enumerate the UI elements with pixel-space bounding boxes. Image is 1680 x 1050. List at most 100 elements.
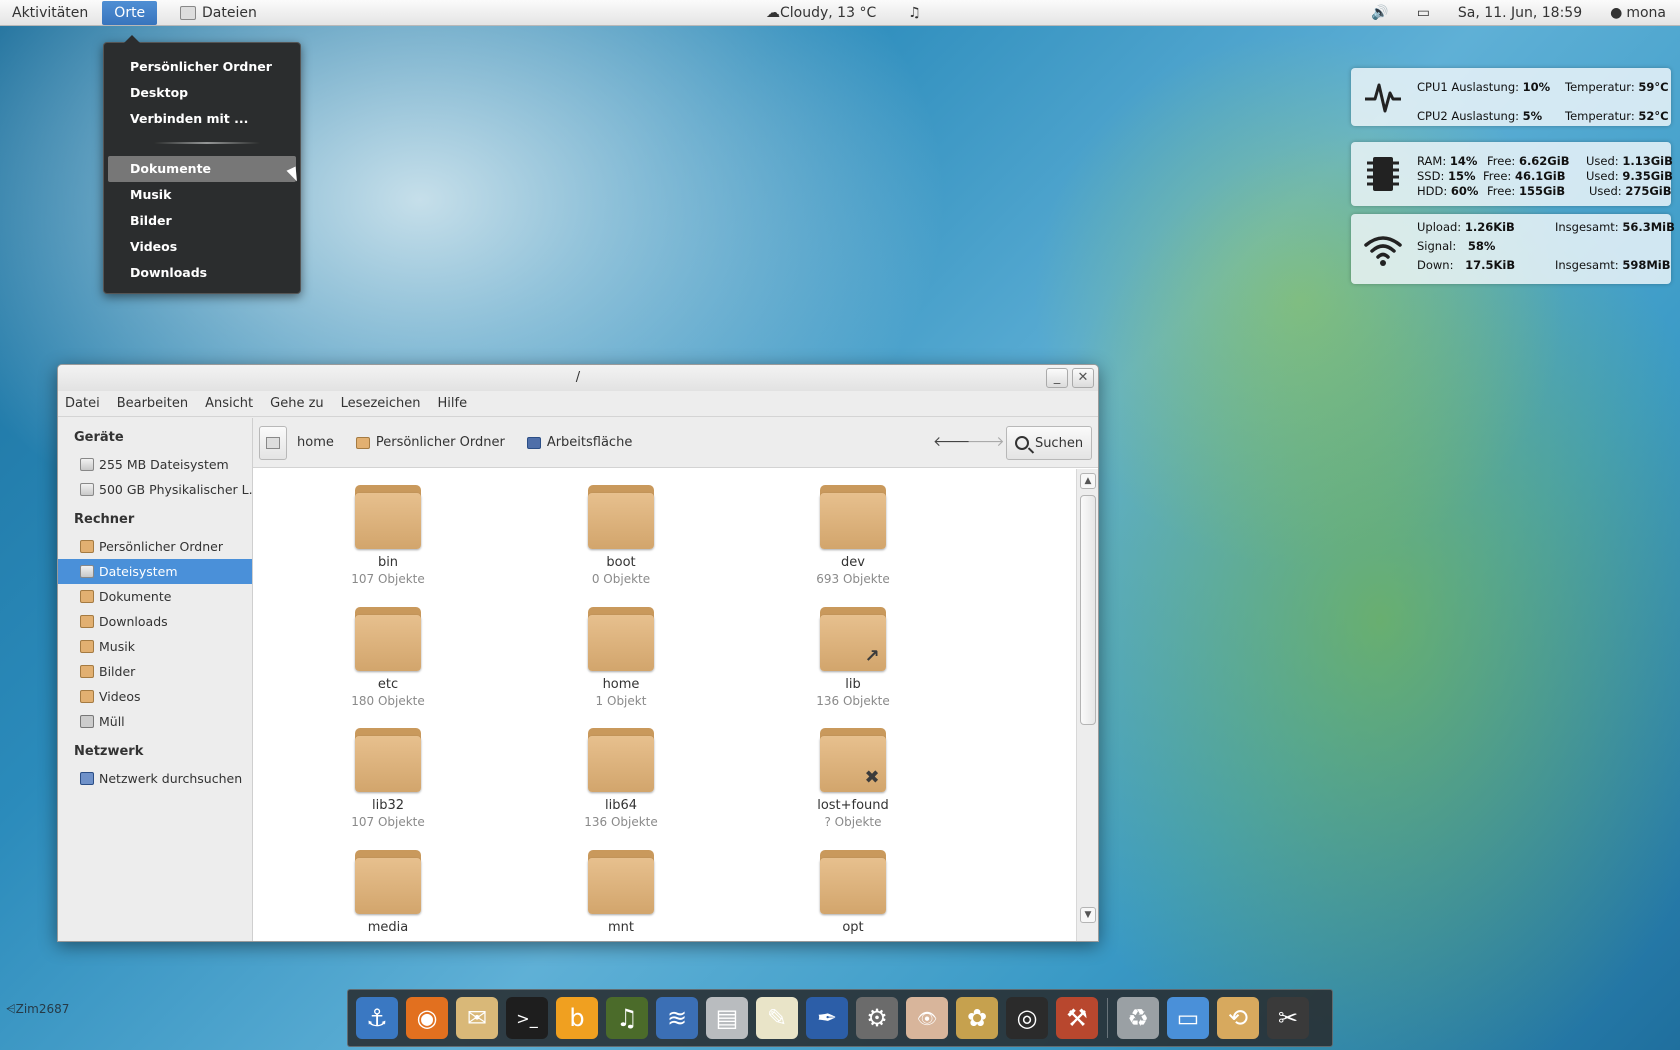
folder-item-count: 136 Objekte [816,694,890,708]
firefox-icon[interactable]: ◉ [406,997,448,1039]
folder-tile[interactable]: lib64 136 Objekte [561,728,681,829]
weather-indicator[interactable]: ☁Cloudy, 13 °C [766,5,876,21]
sidebar-item-pictures[interactable]: Bilder [58,659,252,684]
desktop-icon [526,436,541,449]
chat-bubble-icon: ● [1610,5,1623,21]
crumb-home[interactable]: home [297,435,334,450]
scroll-down-icon[interactable]: ▼ [1080,907,1096,923]
menu-item-desktop[interactable]: Desktop [104,80,300,106]
folder-tile[interactable]: home 1 Objekt [561,607,681,708]
folder-item-count: 0 Objekte [591,572,651,586]
paint-icon[interactable]: ✿ [956,997,998,1039]
folder-name: boot [606,555,636,570]
network-widget: Upload: 1.26KiB Insgesamt: 56.3MiB Signa… [1351,214,1675,284]
folder-tile[interactable]: lib32 107 Objekte [328,728,448,829]
sidebar-item-downloads[interactable]: Downloads [58,609,252,634]
folder-tile[interactable]: mnt [561,850,681,937]
trash-icon[interactable]: ♻ [1117,997,1159,1039]
folder-tile[interactable]: ✖ lost+found ? Objekte [793,728,913,829]
places-menu-button[interactable]: Orte [102,0,158,25]
sidebar-item-browse-network[interactable]: Netzwerk durchsuchen [58,766,252,791]
menu-edit[interactable]: Bearbeiten [110,396,194,411]
ssd-free-value: 46.1GiB [1514,169,1566,183]
menu-item-home[interactable]: Persönlicher Ordner [104,54,300,80]
folder-grid: bin 107 Objekte boot 0 Objekte dev 693 Objekt… [253,469,1076,941]
sidebar-item-filesystem[interactable]: Dateisystem [58,559,252,584]
folder-icon [588,728,654,792]
folder-tile[interactable]: bin 107 Objekte [328,485,448,586]
clock[interactable]: Sa, 11. Jun, 18:59 [1444,0,1596,26]
menu-item-music[interactable]: Musik [104,182,300,208]
sidebar-item-documents[interactable]: Dokumente [58,584,252,609]
network-icon[interactable]: ≋ [656,997,698,1039]
menu-go[interactable]: Gehe zu [263,396,330,411]
folder-item-count: 180 Objekte [351,694,425,708]
folder-tile[interactable]: ↗ lib 136 Objekte [793,607,913,708]
close-button[interactable]: ✕ [1072,368,1094,388]
crumb-desktop[interactable]: Arbeitsfläche [526,435,632,450]
backup-icon[interactable]: ⟲ [1217,997,1259,1039]
folder-tile[interactable]: etc 180 Objekte [328,607,448,708]
trash-icon [80,715,94,728]
menu-file[interactable]: Datei [58,396,106,411]
menu-view[interactable]: Ansicht [198,396,259,411]
window-titlebar[interactable]: / _ ✕ [58,365,1098,391]
folder-tile[interactable]: dev 693 Objekte [793,485,913,586]
folder-tile[interactable]: boot 0 Objekte [561,485,681,586]
sidebar-item-label: Musik [99,639,135,654]
camera-icon[interactable]: ◎ [1006,997,1048,1039]
search-button[interactable]: Suchen [1006,426,1092,460]
sidebar-item-500gb[interactable]: 500 GB Physikalischer L... [58,477,252,502]
window-icon[interactable]: ▭ [1167,997,1209,1039]
sidebar-item-255mb[interactable]: 255 MB Dateisystem [58,452,252,477]
menu-help[interactable]: Hilfe [431,396,474,411]
path-root-button[interactable] [259,425,287,460]
mail-icon[interactable]: ✉ [456,997,498,1039]
vertical-scrollbar[interactable]: ▲ ▼ [1076,469,1098,941]
folder-emblem-icon [630,647,650,667]
menu-item-downloads[interactable]: Downloads [104,260,300,286]
back-arrow-icon[interactable]: 🡐 [933,433,971,450]
sidebar-item-videos[interactable]: Videos [58,684,252,709]
cpu2-load-label: Auslastung: [1451,109,1520,123]
menu-item-videos[interactable]: Videos [104,234,300,260]
folder-name: opt [842,920,864,935]
tools-icon[interactable]: ⚒ [1056,997,1098,1039]
folder-tile[interactable]: opt [793,850,913,937]
menu-bookmarks[interactable]: Lesezeichen [334,396,427,411]
banshee-icon[interactable]: b [556,997,598,1039]
music-player-icon[interactable]: ♫ [606,997,648,1039]
scroll-thumb[interactable] [1080,495,1096,725]
scroll-up-icon[interactable]: ▲ [1080,473,1096,489]
sidebar-item-home[interactable]: Persönlicher Ordner [58,534,252,559]
eye-icon[interactable]: 👁 [906,997,948,1039]
sidebar-item-trash[interactable]: Müll [58,709,252,734]
text-editor-icon[interactable]: ✎ [756,997,798,1039]
inkscape-icon[interactable]: ✒ [806,997,848,1039]
drive-icon [80,565,94,578]
crumb-personal-folder[interactable]: Persönlicher Ordner [355,435,505,450]
activities-button[interactable]: Aktivitäten [0,0,100,26]
menu-item-connect[interactable]: Verbinden mit ... [104,106,300,132]
battery-icon[interactable]: ▭ [1403,0,1444,26]
scissors-icon[interactable]: ✂ [1267,997,1309,1039]
folder-emblem-icon [397,768,417,788]
drive-icon [80,483,94,496]
user-menu[interactable]: ● mona [1596,0,1680,26]
settings-icon[interactable]: ⚙ [856,997,898,1039]
music-note-icon[interactable]: ♫ [908,5,921,21]
forward-arrow-icon[interactable]: 🡒 [967,433,1005,450]
file-cabinet-icon[interactable]: ▤ [706,997,748,1039]
folder-name: media [367,920,409,935]
folder-tile[interactable]: media [328,850,448,937]
minimize-button[interactable]: _ [1046,368,1068,388]
menu-item-documents[interactable]: Dokumente [108,156,302,184]
menu-item-pictures[interactable]: Bilder [104,208,300,234]
sidebar-item-music[interactable]: Musik [58,634,252,659]
anchor-icon[interactable]: ⚓ [356,997,398,1039]
files-app-button[interactable]: Dateien [180,0,257,26]
sidebar-item-label: Netzwerk durchsuchen [99,771,243,786]
terminal-icon[interactable]: >_ [506,997,548,1039]
volume-icon[interactable]: 🔊 [1357,0,1402,26]
cpu1-label: CPU1 [1417,80,1448,94]
